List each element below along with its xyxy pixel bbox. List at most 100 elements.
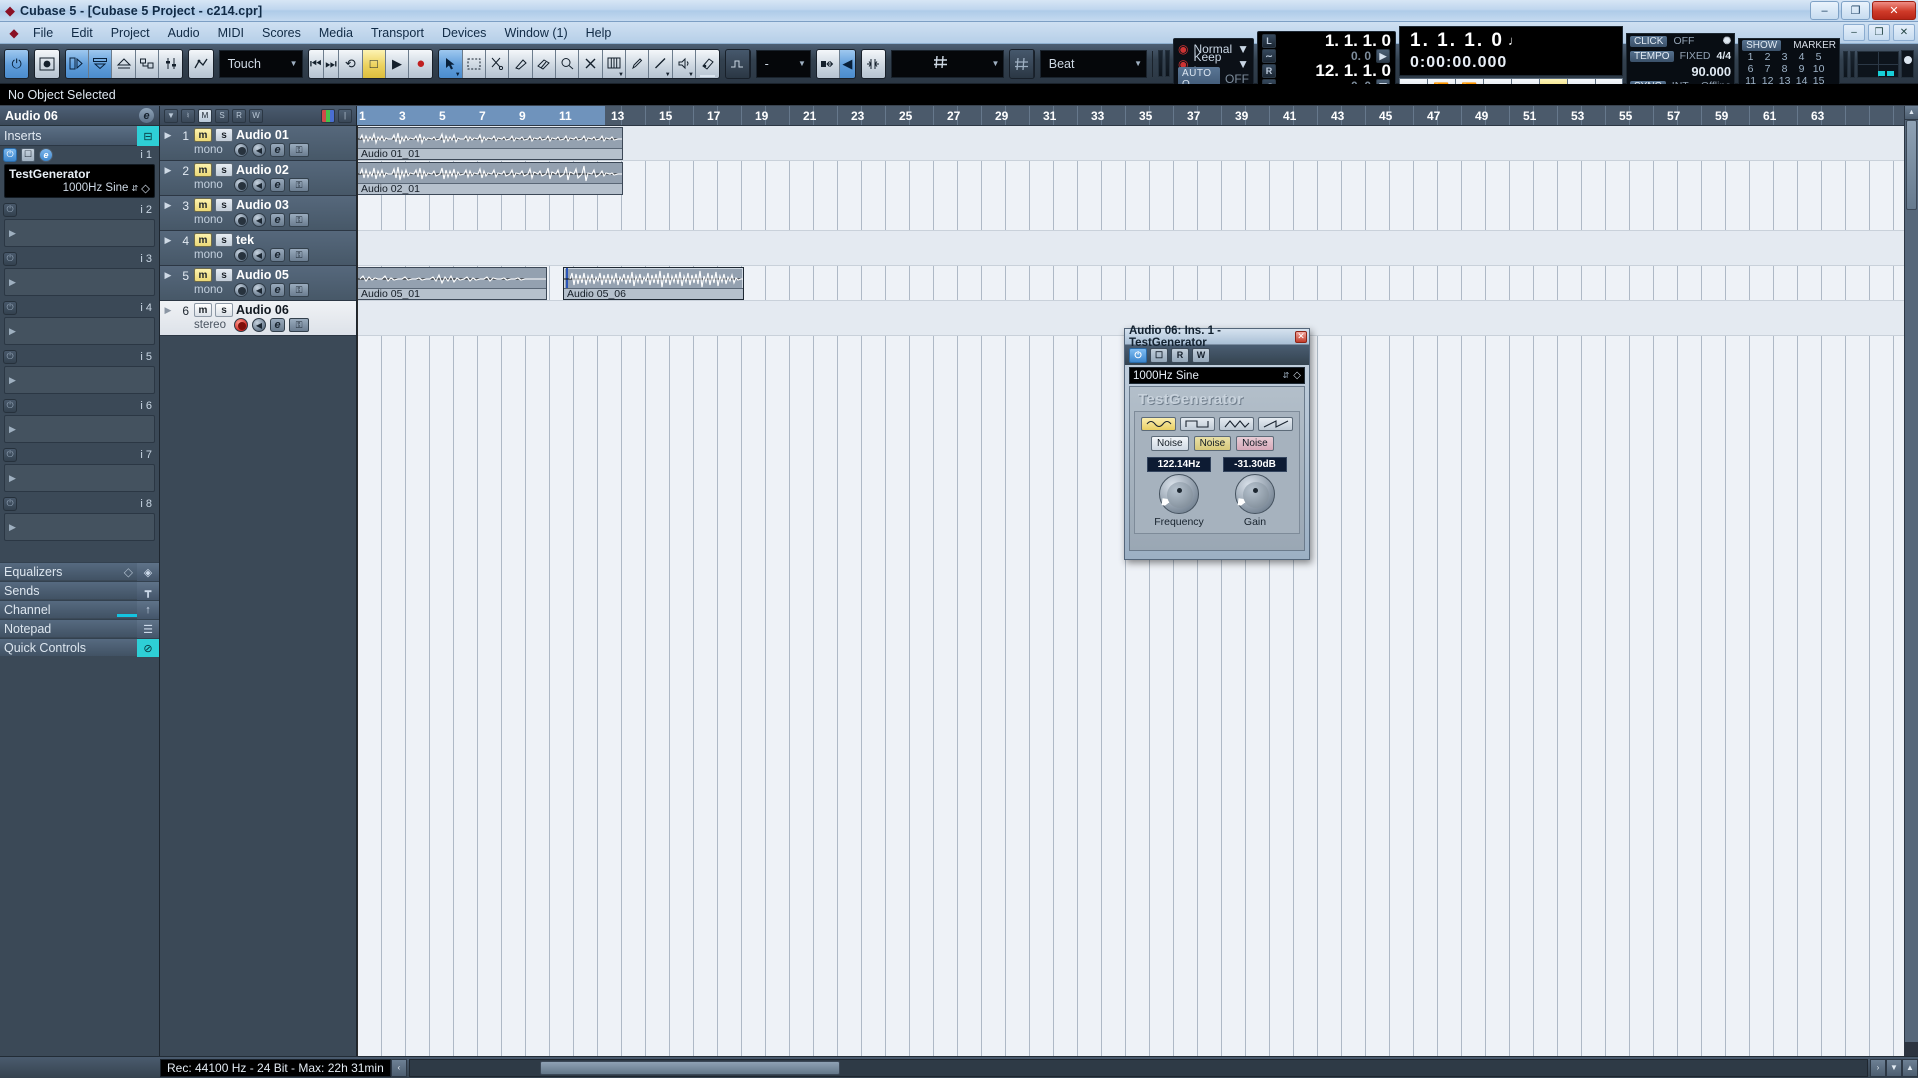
snap-type-icon[interactable]: ◀ — [840, 49, 855, 78]
automation-read-write-icon[interactable] — [189, 49, 213, 78]
color-tool-icon[interactable] — [695, 49, 720, 78]
track-6-mute-button[interactable]: m — [194, 303, 212, 317]
plugin-read-automation-button[interactable]: R — [1171, 347, 1189, 363]
track-6-edit-icon[interactable]: e — [270, 318, 285, 332]
inspector-section-notepad[interactable]: Notepad ☰ — [0, 619, 159, 638]
track-5-monitor-icon[interactable]: ◀ — [252, 283, 266, 297]
arrange-row-3[interactable] — [357, 196, 1904, 231]
waveform-saw-button[interactable] — [1258, 417, 1293, 431]
show-automation-icon[interactable] — [35, 49, 59, 78]
restore-button[interactable]: ❐ — [1841, 1, 1870, 20]
track-4-record-enable-icon[interactable] — [234, 248, 248, 262]
global-mute-icon[interactable]: M — [198, 108, 212, 123]
marker-9[interactable]: 9 — [1793, 63, 1810, 75]
gain-knob[interactable] — [1235, 474, 1275, 514]
track-2-solo-button[interactable]: s — [215, 163, 233, 177]
grid-type-dropdown[interactable]: ▼ — [890, 49, 1005, 78]
toolbar-play-button[interactable]: ▶ — [385, 49, 410, 78]
track-2-mute-button[interactable]: m — [194, 163, 212, 177]
track-4-monitor-icon[interactable]: ◀ — [252, 248, 266, 262]
minimize-button[interactable]: – — [1810, 1, 1839, 20]
quick-controls-icon[interactable]: ⊘ — [137, 639, 159, 657]
global-write-icon[interactable]: W — [249, 108, 263, 123]
inspector-section-quick-controls[interactable]: Quick Controls ⊘ — [0, 638, 159, 657]
plugin-bypass-icon[interactable]: ⏻ — [1129, 347, 1147, 363]
menu-item-help[interactable]: Help — [577, 24, 621, 42]
quantize-preset-dropdown[interactable]: Beat ▼ — [1039, 49, 1148, 78]
track-6-record-enable-icon[interactable] — [234, 318, 248, 332]
menu-item-media[interactable]: Media — [310, 24, 362, 42]
insert-6-empty-slot[interactable]: ▶ — [4, 415, 155, 443]
quantize-grid-icon[interactable] — [1010, 49, 1034, 78]
inspector-inserts-tab[interactable]: Inserts ◇ ⊟ — [0, 126, 159, 146]
expand-arrow-icon[interactable]: ▶ — [160, 301, 176, 335]
frequency-display[interactable]: 122.14Hz — [1147, 457, 1211, 472]
track-2-edit-icon[interactable]: e — [270, 178, 285, 192]
menu-item-midi[interactable]: MIDI — [209, 24, 253, 42]
brown-noise-button[interactable]: Noise — [1236, 436, 1274, 451]
waveform-triangle-button[interactable] — [1219, 417, 1254, 431]
insert-5-power-icon[interactable]: ⏻ — [3, 349, 17, 364]
menu-item-transport[interactable]: Transport — [362, 24, 433, 42]
marker-5[interactable]: 5 — [1810, 51, 1827, 63]
track-6-monitor-icon[interactable]: ◀ — [252, 318, 266, 332]
marker-show-button[interactable]: SHOW — [1742, 40, 1782, 51]
snap-on-off-icon[interactable] — [816, 49, 841, 78]
marker-7[interactable]: 7 — [1759, 63, 1776, 75]
track-4-mute-button[interactable]: m — [194, 233, 212, 247]
insert-3-power-icon[interactable]: ⏻ — [3, 251, 17, 266]
white-noise-button[interactable]: Noise — [1151, 436, 1189, 451]
close-button[interactable]: ✕ — [1872, 1, 1916, 20]
expand-arrow-icon[interactable]: ▶ — [160, 231, 176, 265]
hscroll-left-button[interactable]: ‹ — [390, 1058, 407, 1077]
insert-1-editor-icon[interactable]: ☐ — [21, 147, 35, 162]
object-selection-tool-icon[interactable]: ▼ — [439, 49, 463, 78]
expand-arrow-icon[interactable]: ▶ — [160, 266, 176, 300]
track-1-mute-button[interactable]: m — [194, 128, 212, 142]
position-display[interactable]: 1. 1. 1. 0 ♩ 0:00:00.000 — [1399, 25, 1623, 76]
track-2-record-enable-icon[interactable] — [234, 178, 248, 192]
timeline-ruler[interactable]: 1 3 5 7 9 11 13 15 17 19 21 23 25 27 29 … — [357, 106, 1904, 126]
insert-4-power-icon[interactable]: ⏻ — [3, 300, 17, 315]
show-pool-icon[interactable] — [135, 49, 160, 78]
track-3-solo-button[interactable]: s — [215, 198, 233, 212]
vertical-scroll-thumb[interactable] — [1906, 120, 1917, 210]
equalizers-bypass-icon[interactable]: ◇ — [124, 565, 133, 579]
marker-2[interactable]: 2 — [1759, 51, 1776, 63]
track-2-monitor-icon[interactable]: ◀ — [252, 178, 266, 192]
insert-4-empty-slot[interactable]: ▶ — [4, 317, 155, 345]
track-1-lock-icon[interactable]: ⚿ — [289, 143, 309, 157]
hscroll-right-button[interactable]: › — [1870, 1058, 1886, 1077]
inserts-state-icon[interactable]: ⊟ — [137, 126, 159, 146]
marker-10[interactable]: 10 — [1810, 63, 1827, 75]
audio-clip-4[interactable]: Audio 05_06 — [563, 267, 744, 300]
track-3-record-enable-icon[interactable] — [234, 213, 248, 227]
pink-noise-button[interactable]: Noise — [1193, 436, 1232, 451]
locator-right-row[interactable]: R 12. 1. 1. 0 — [1262, 61, 1391, 80]
locator-left-row[interactable]: L 1. 1. 1. 0 — [1262, 31, 1391, 50]
waveform-square-button[interactable] — [1180, 417, 1215, 431]
menu-item-scores[interactable]: Scores — [253, 24, 310, 42]
inspector-section-channel[interactable]: Channel ↑ — [0, 600, 159, 619]
track-3-edit-icon[interactable]: e — [270, 213, 285, 227]
inspector-section-equalizers[interactable]: Equalizers ◇ ◈ — [0, 562, 159, 581]
toolbar-goto-start-button[interactable]: ⏮ — [308, 49, 324, 78]
show-overview-icon[interactable] — [112, 49, 136, 78]
draw-tool-icon[interactable] — [626, 49, 650, 78]
spinner-icon[interactable]: ⇵ — [131, 184, 138, 193]
expand-arrow-icon[interactable]: ▶ — [160, 196, 176, 230]
global-solo-icon[interactable]: S — [215, 108, 229, 123]
erase-tool-icon[interactable] — [532, 49, 557, 78]
expand-arrow-icon[interactable]: ▶ — [160, 161, 176, 195]
automation-mode-dropdown[interactable]: Touch ▼ — [218, 49, 303, 78]
track-6-lock-icon[interactable]: ⚿ — [289, 318, 309, 332]
insert-2-empty-slot[interactable]: ▶ — [4, 219, 155, 247]
insert-1-power-icon[interactable]: ⏻ — [3, 147, 17, 162]
show-infoline-icon[interactable] — [89, 49, 113, 78]
marker-4[interactable]: 4 — [1793, 51, 1810, 63]
track-1-record-enable-icon[interactable] — [234, 143, 248, 157]
sends-icon[interactable]: ┳ — [137, 582, 159, 600]
toolbar-stop-button[interactable]: □ — [362, 49, 386, 78]
scroll-up-button[interactable]: ▲ — [1905, 106, 1918, 120]
track-row-6[interactable]: ▶ 6 m s Audio 06 stereo ◀ e ⚿ — [160, 301, 356, 336]
